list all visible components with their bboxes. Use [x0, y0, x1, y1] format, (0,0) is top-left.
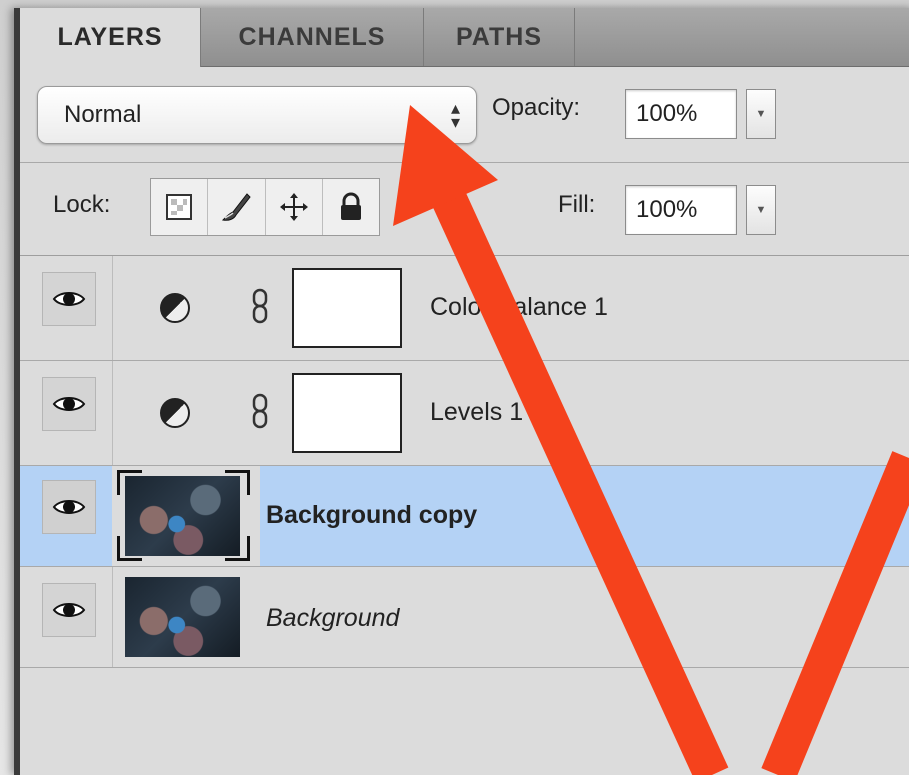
annotation-arrows: [393, 105, 909, 775]
annotation-arrow-line: [421, 167, 729, 775]
annotation-arrow-line: [761, 451, 909, 775]
